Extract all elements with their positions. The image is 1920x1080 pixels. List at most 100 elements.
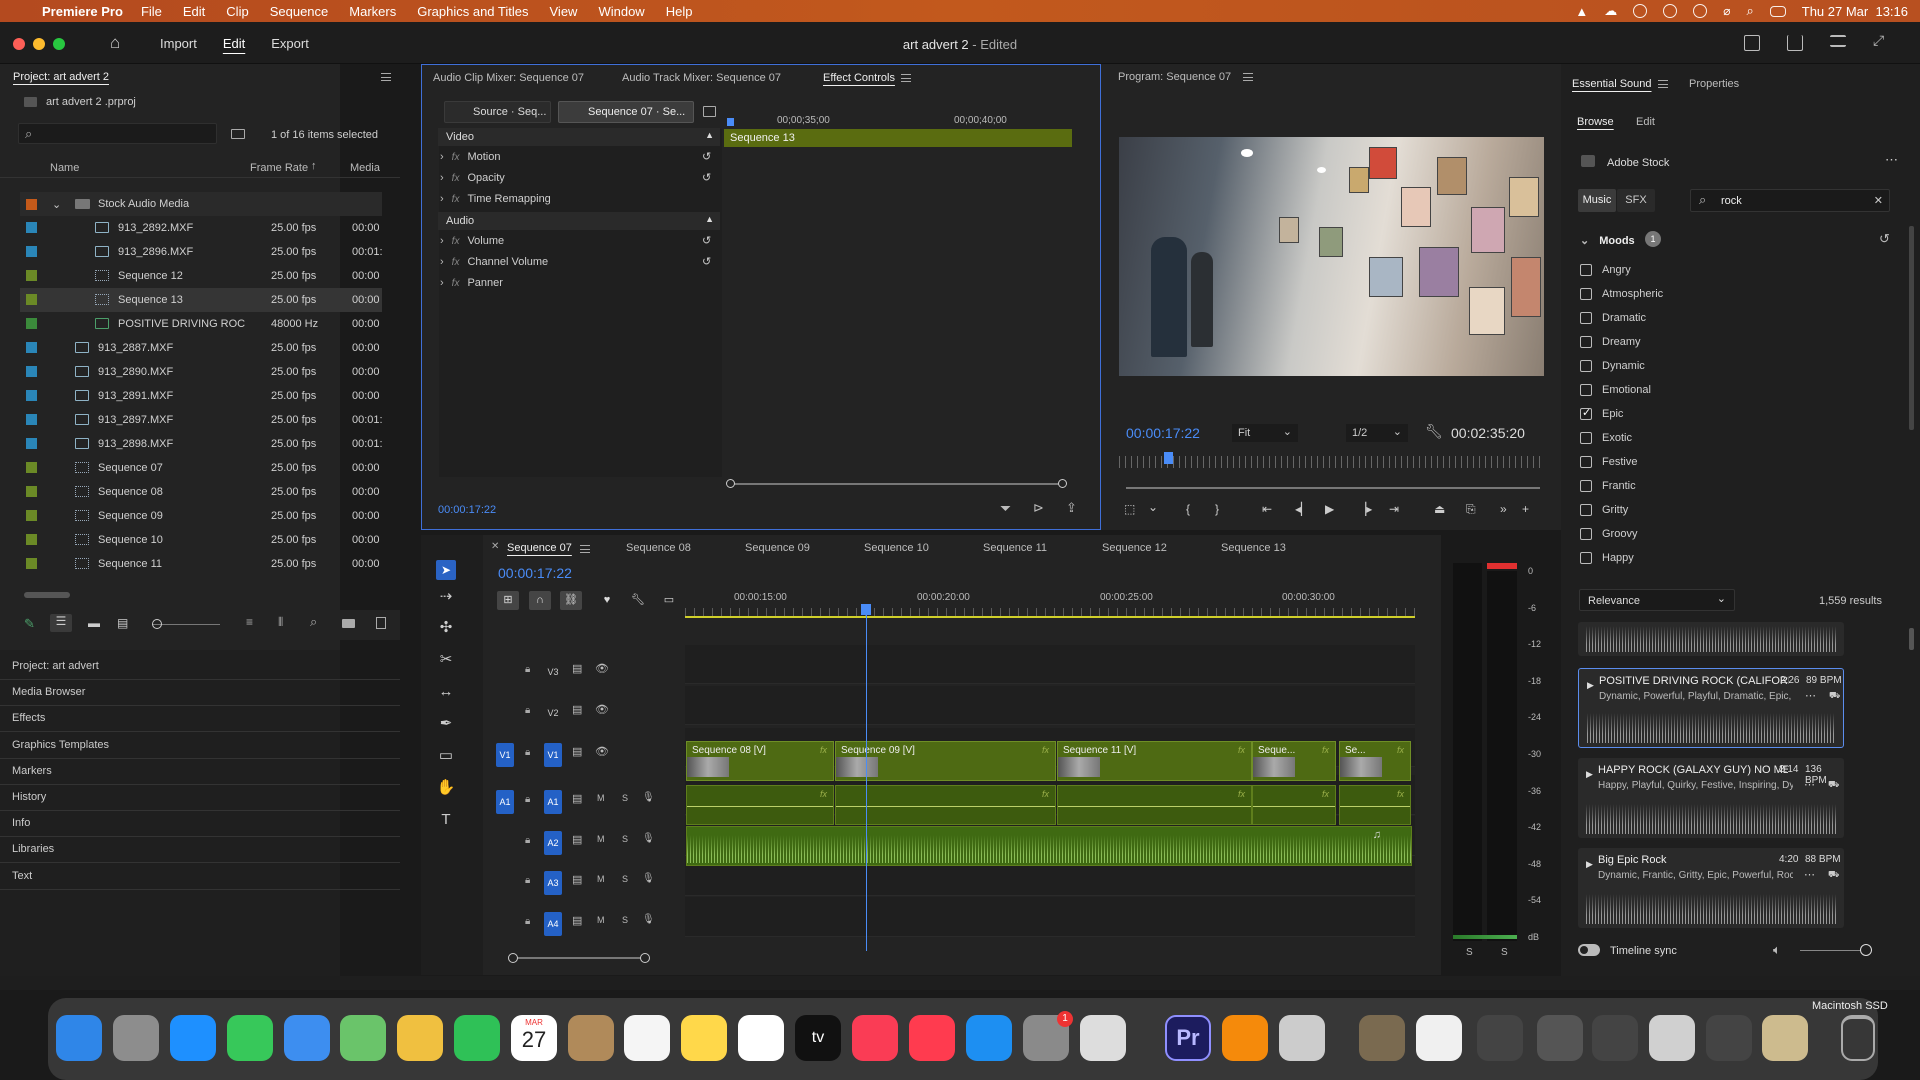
tab-audio-track-mixer[interactable]: Audio Track Mixer: Sequence 07 — [622, 72, 781, 84]
menu-clip[interactable]: Clip — [226, 4, 248, 19]
menu-markers[interactable]: Markers — [349, 4, 396, 19]
find-icon[interactable]: ⌕ — [310, 614, 317, 630]
timeline-tab[interactable]: Sequence 09 — [745, 542, 810, 554]
program-monitor-title[interactable]: Program: Sequence 07 — [1118, 71, 1231, 83]
track-target[interactable]: A3 — [544, 871, 562, 895]
mute-track-button[interactable]: M — [597, 915, 605, 925]
messages-icon[interactable] — [227, 1015, 273, 1061]
ec-zoom-handle-left[interactable] — [726, 479, 735, 488]
fx-badge-icon[interactable]: fx — [1042, 789, 1049, 799]
premiere-pro-icon[interactable]: Pr — [1165, 1015, 1211, 1061]
label-swatch[interactable] — [26, 342, 37, 353]
collapse-up-icon[interactable]: ▲ — [705, 130, 714, 140]
timeline-zoom-scrollbar[interactable] — [508, 953, 650, 963]
collapse-chevron-icon[interactable]: ⌄ — [52, 198, 61, 211]
resolution-dropdown[interactable]: 1/2 ⌄ — [1346, 424, 1408, 442]
timeline-tab[interactable]: Sequence 11 — [983, 542, 1047, 554]
tab-edit[interactable]: Edit — [1636, 116, 1655, 128]
effect-row[interactable]: › fx Time Remapping — [440, 193, 720, 211]
reset-effect-icon[interactable]: ↺ — [702, 255, 711, 268]
effect-row[interactable]: › fx Panner — [440, 277, 720, 295]
lock-track-icon[interactable]: 🔒︎ — [525, 705, 530, 716]
volume-icon[interactable]: 🔈︎ — [1773, 942, 1781, 958]
freeform-icon[interactable] — [738, 1015, 784, 1061]
timeline-tab[interactable]: Sequence 08 — [626, 542, 691, 554]
project-item-row[interactable]: 913_2887.MXF 25.00 fps 00:00 — [20, 336, 382, 360]
rectangle-tool-icon[interactable]: ▭ — [436, 746, 456, 766]
sync-lock-icon[interactable]: ▤ — [572, 833, 582, 846]
essential-sound-menu-icon[interactable] — [1658, 80, 1668, 88]
label-swatch[interactable] — [26, 246, 37, 257]
panel-list-item[interactable]: Graphics Templates — [12, 739, 109, 751]
lift-icon[interactable]: ⏏ — [1434, 502, 1445, 516]
panel-list-item[interactable]: Markers — [12, 765, 52, 777]
play-status-icon[interactable] — [1693, 4, 1708, 18]
sync-lock-icon[interactable]: ▤ — [572, 662, 582, 675]
timeline-playhead-head[interactable] — [861, 604, 871, 615]
more-options-icon[interactable]: ⋯ — [1885, 152, 1898, 168]
sort-icon[interactable]: ≡ — [246, 615, 253, 629]
play-preview-icon[interactable]: ▶ — [1586, 769, 1593, 780]
project-item-row[interactable]: 913_2897.MXF 25.00 fps 00:01: — [20, 408, 382, 432]
source-patch[interactable]: V1 — [496, 743, 514, 767]
project-item-row[interactable]: Sequence 11 25.00 fps 00:00 — [20, 552, 382, 576]
effect-controls-menu-icon[interactable] — [901, 74, 911, 82]
checkbox[interactable] — [1580, 360, 1592, 372]
settings-wrench-icon[interactable]: 🔧︎ — [1425, 423, 1443, 440]
project-item-row[interactable]: Sequence 10 25.00 fps 00:00 — [20, 528, 382, 552]
filter-sfx-button[interactable]: SFX — [1617, 189, 1655, 212]
tab-properties[interactable]: Properties — [1689, 78, 1739, 90]
screenshot-thumbnail-icon[interactable] — [1706, 1015, 1752, 1061]
add-marker-icon[interactable]: ⬚ — [1124, 502, 1135, 516]
go-to-in-icon[interactable]: ⇤ — [1262, 502, 1272, 516]
edit-tab[interactable]: Edit — [223, 36, 245, 51]
panel-list-item[interactable]: History — [12, 791, 46, 803]
checkbox[interactable] — [1580, 312, 1592, 324]
video-clip[interactable]: Sequence 09 [V] fx — [835, 741, 1056, 781]
solo-track-button[interactable]: S — [622, 915, 628, 925]
fx-badge-icon[interactable]: fx — [1397, 745, 1404, 755]
import-tab[interactable]: Import — [160, 36, 197, 51]
label-swatch[interactable] — [26, 198, 37, 210]
checkbox[interactable] — [1580, 456, 1592, 468]
sync-lock-icon[interactable]: ▤ — [572, 873, 582, 886]
tl-zoom-handle-left[interactable] — [508, 953, 518, 963]
checkbox[interactable] — [1580, 288, 1592, 300]
reset-effect-icon[interactable]: ↺ — [702, 150, 711, 163]
chevron-down-icon[interactable]: ⌄ — [1148, 500, 1158, 514]
mark-in-icon[interactable]: { — [1186, 502, 1190, 516]
project-item-row[interactable]: Sequence 12 25.00 fps 00:00 — [20, 264, 382, 288]
effect-row[interactable]: › fx Channel Volume ↺ — [440, 256, 720, 274]
sound-result-card[interactable]: ▶ Big Epic Rock 4:20 88 BPM Dynamic, Frantic… — [1578, 848, 1844, 928]
work-area-bar[interactable] — [685, 616, 1415, 618]
reset-effect-icon[interactable]: ↺ — [702, 171, 711, 184]
tab-effect-controls[interactable]: Effect Controls — [823, 72, 895, 84]
calendar-icon[interactable]: MAR 27 — [511, 1015, 557, 1061]
new-bin-from-search-icon[interactable] — [231, 129, 245, 139]
timeline-settings-icon[interactable]: 🔧︎ — [627, 591, 649, 610]
solo-track-button[interactable]: S — [622, 874, 628, 884]
panel-list-item[interactable]: Effects — [12, 712, 45, 724]
mute-track-button[interactable]: M — [597, 793, 605, 803]
sync-lock-icon[interactable]: ▤ — [572, 703, 582, 716]
checkbox[interactable] — [1580, 406, 1592, 420]
more-controls-icon[interactable]: » — [1500, 502, 1507, 516]
voice-over-record-icon[interactable]: 🎙︎ — [642, 914, 655, 925]
news-icon[interactable] — [909, 1015, 955, 1061]
program-video-frame[interactable] — [1119, 137, 1544, 376]
reminders-icon[interactable] — [624, 1015, 670, 1061]
add-to-cart-icon[interactable]: ⛟ — [1828, 869, 1839, 881]
toggle-output-eye-icon[interactable]: 👁︎ — [595, 703, 609, 716]
extract-icon[interactable]: ⎘ — [1466, 502, 1476, 517]
lock-track-icon[interactable]: 🔒︎ — [525, 916, 530, 927]
spotlight-search-icon[interactable]: ⌕ — [1746, 3, 1753, 19]
menu-help[interactable]: Help — [666, 4, 693, 19]
mood-checkbox[interactable]: Dynamic — [1580, 358, 1645, 374]
fx-icon[interactable]: fx — [452, 152, 460, 163]
mute-track-button[interactable]: M — [597, 834, 605, 844]
track-lane[interactable] — [685, 686, 1415, 725]
ec-zoom-handle-right[interactable] — [1058, 479, 1067, 488]
expand-chevron-icon[interactable]: › — [440, 277, 444, 289]
fx-badge-icon[interactable]: fx — [1238, 745, 1245, 755]
menu-graphics-and-titles[interactable]: Graphics and Titles — [417, 4, 528, 19]
